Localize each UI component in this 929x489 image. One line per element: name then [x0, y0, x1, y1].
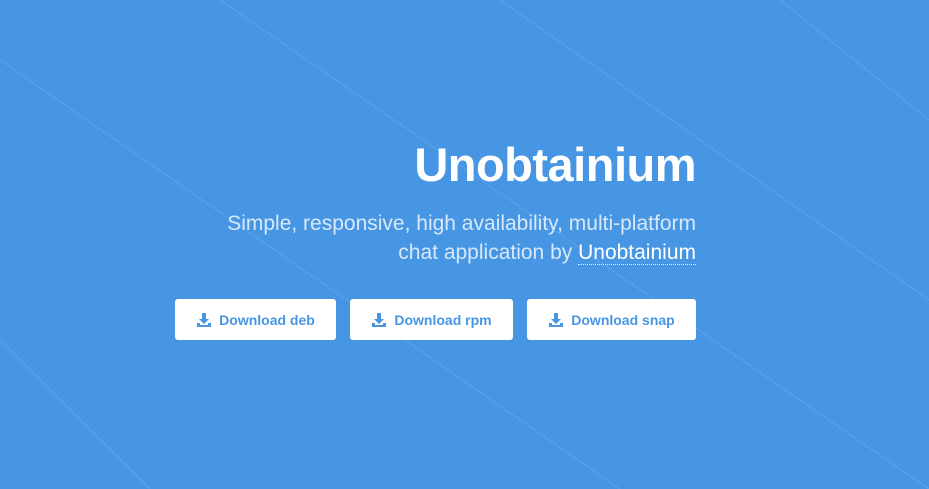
download-icon	[549, 312, 564, 327]
download-icon	[372, 312, 387, 327]
download-icon	[197, 312, 212, 327]
download-snap-label: Download snap	[571, 311, 675, 328]
tagline-line-2: chat application by	[398, 241, 573, 264]
tagline: Simple, responsive, high availability, m…	[227, 209, 696, 267]
download-deb-button[interactable]: Download deb	[175, 299, 336, 340]
tagline-line-1: Simple, responsive, high availability, m…	[227, 212, 696, 235]
author-link[interactable]: Unobtainium	[578, 241, 696, 265]
hero-section: Unobtainium Simple, responsive, high ava…	[0, 0, 929, 489]
download-snap-button[interactable]: Download snap	[527, 299, 696, 340]
download-deb-label: Download deb	[219, 311, 315, 328]
download-rpm-label: Download rpm	[394, 311, 492, 328]
download-rpm-button[interactable]: Download rpm	[350, 299, 513, 340]
page-title: Unobtainium	[414, 138, 696, 191]
